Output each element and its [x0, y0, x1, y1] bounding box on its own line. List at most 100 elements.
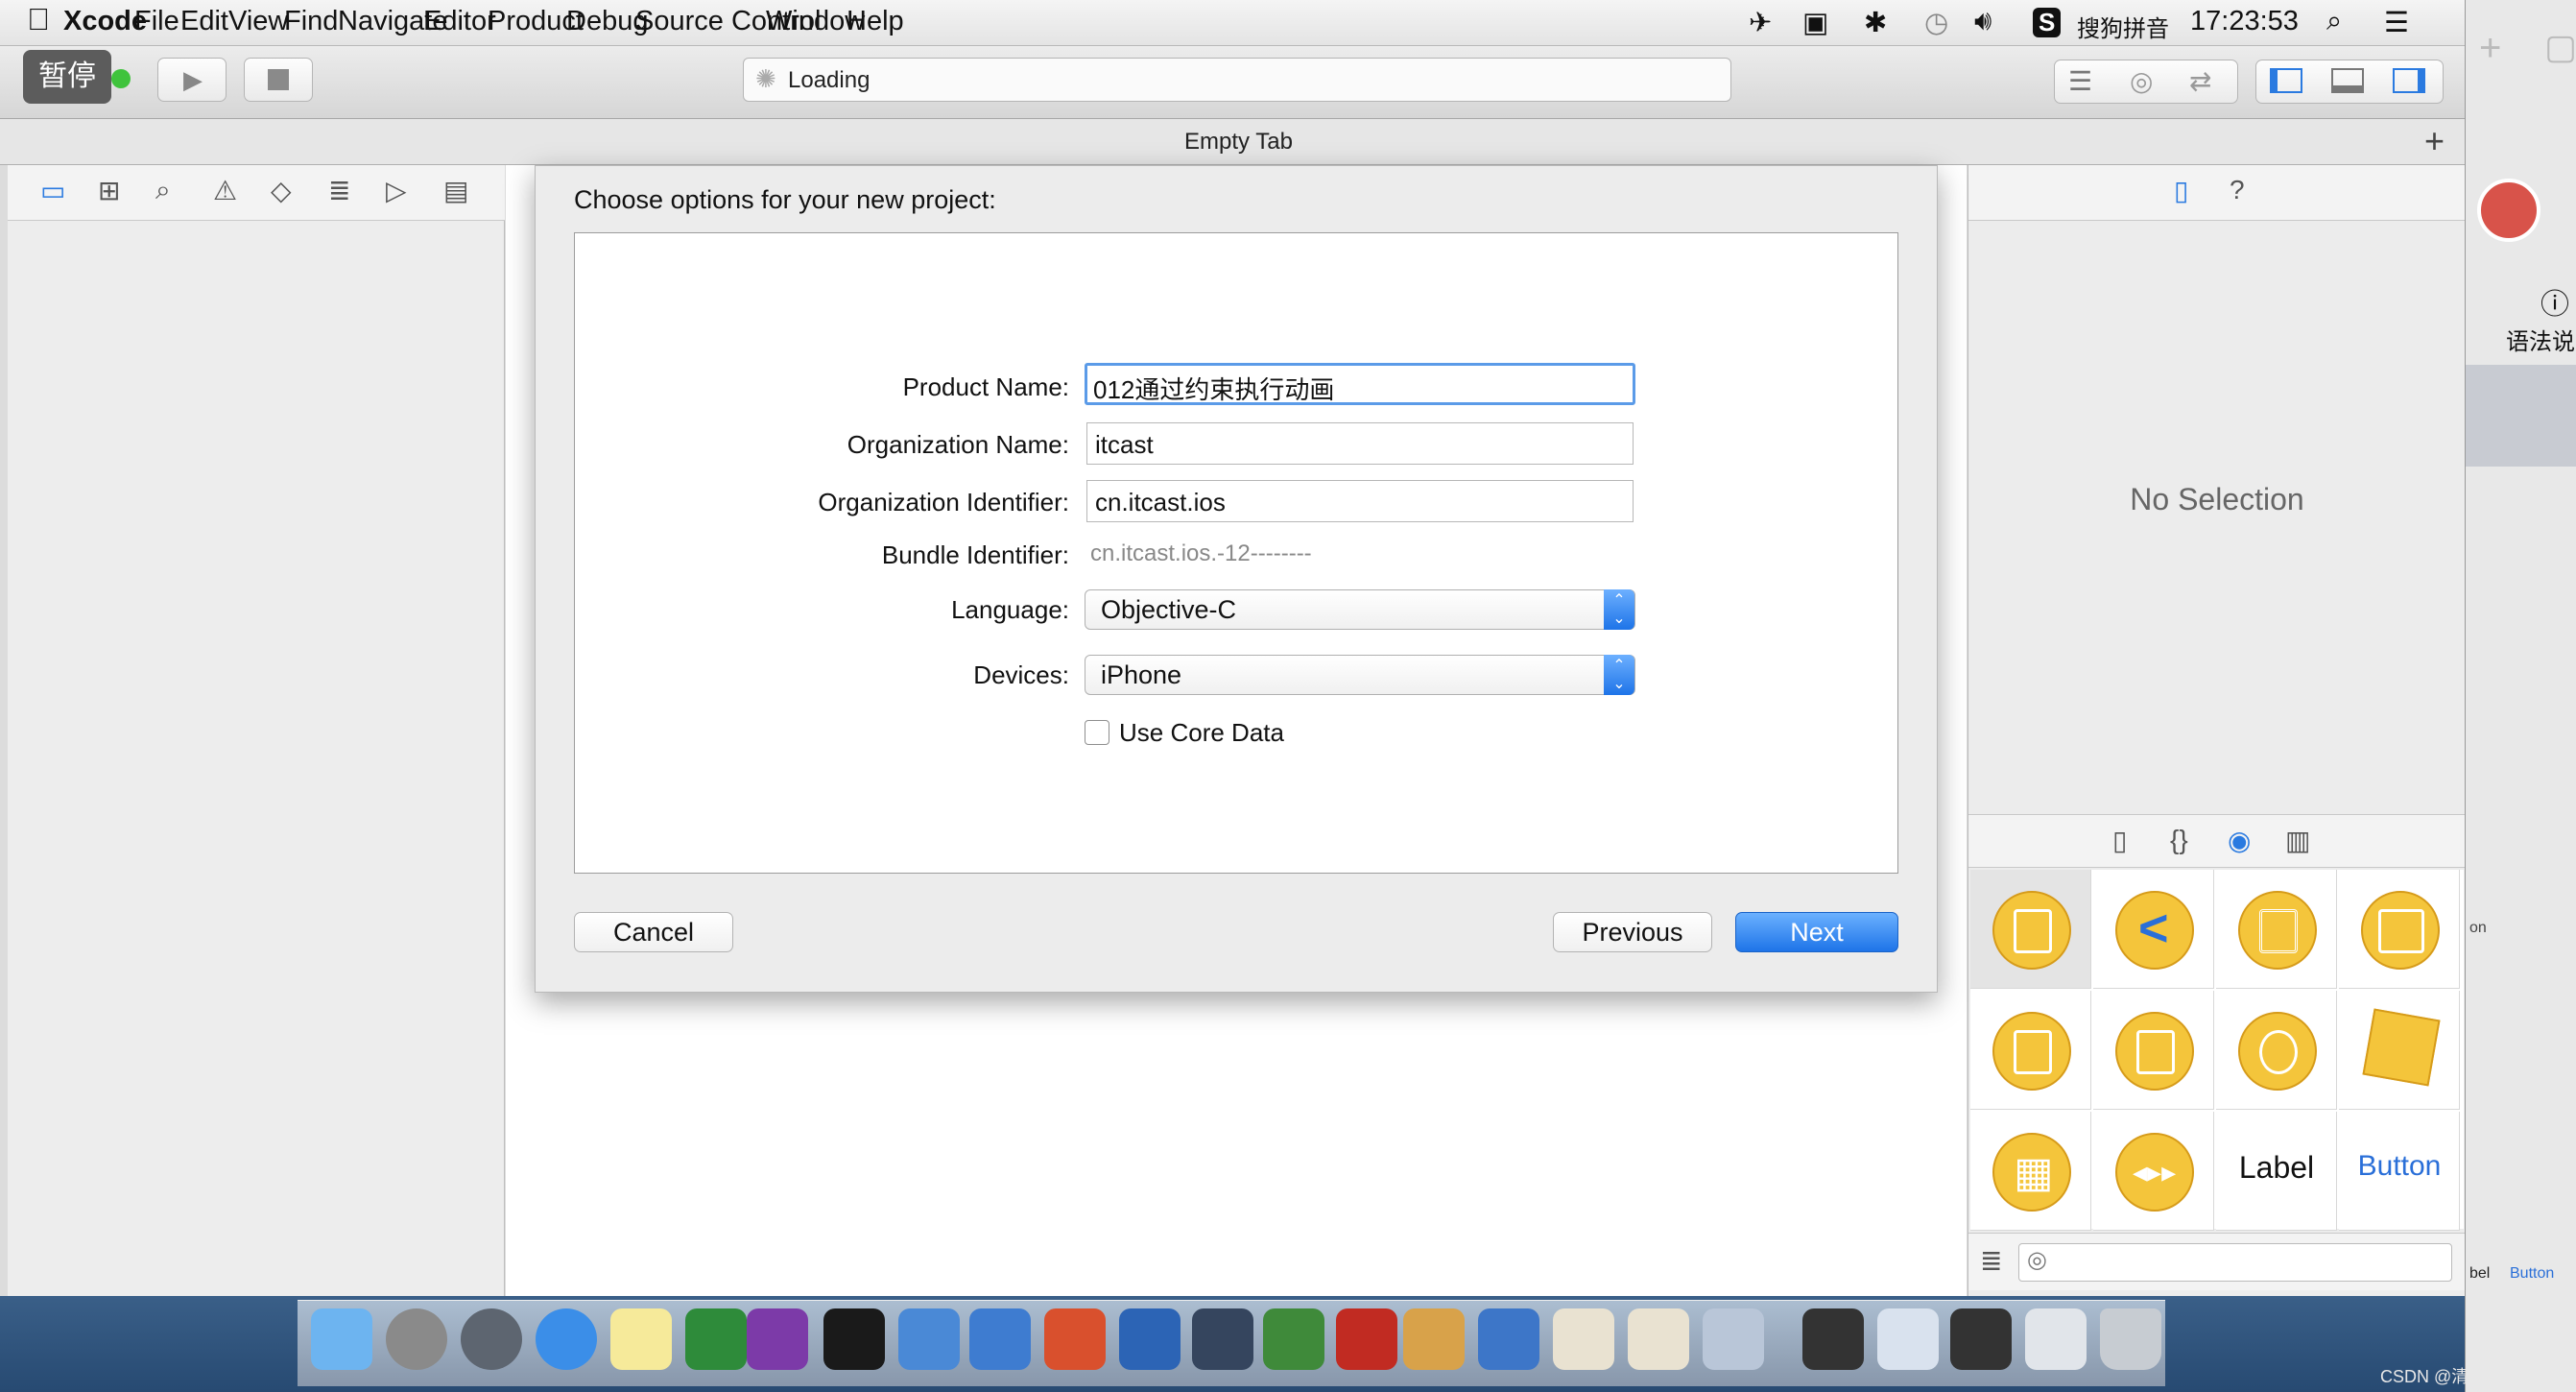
- library-item-collection-view-controller[interactable]: [2339, 870, 2460, 989]
- screen-3-icon[interactable]: [1950, 1308, 2012, 1370]
- onenote-icon[interactable]: [747, 1308, 808, 1370]
- list-view-icon[interactable]: ≣: [1980, 1245, 2002, 1277]
- code-snippet-icon[interactable]: {}: [2170, 825, 2188, 855]
- apple-icon[interactable]: : [27, 2, 50, 37]
- cancel-button[interactable]: Cancel: [574, 912, 733, 952]
- object-library-icon[interactable]: ◉: [2228, 825, 2251, 856]
- menu-edit[interactable]: Edit: [180, 6, 228, 37]
- screenshot-tool-icon[interactable]: [1119, 1308, 1181, 1370]
- library-item-glkit-view-controller[interactable]: [2216, 991, 2337, 1110]
- sequel-pro-icon[interactable]: [1263, 1308, 1324, 1370]
- stop-button[interactable]: [244, 58, 313, 102]
- tab-bar-controller-icon: [1992, 1012, 2071, 1091]
- launchpad-icon[interactable]: [461, 1308, 522, 1370]
- notes-icon[interactable]: [610, 1308, 672, 1370]
- library-item-table-view-controller[interactable]: [2216, 870, 2337, 989]
- library-item-media-player[interactable]: ◂▸▸: [2093, 1112, 2214, 1231]
- language-select[interactable]: Objective-C ⌃ ⌄: [1085, 589, 1635, 630]
- version-editor-icon[interactable]: ⇄: [2189, 65, 2211, 97]
- product-name-field[interactable]: 012通过约束执行动画: [1085, 363, 1635, 405]
- help-icon[interactable]: ⓘ: [2540, 280, 2569, 323]
- chevron-updown-icon: ⌃ ⌄: [1604, 589, 1634, 630]
- avatar[interactable]: [2477, 179, 2540, 242]
- time-machine-icon[interactable]: ◷: [1924, 6, 1948, 39]
- keynote-icon[interactable]: [1192, 1308, 1253, 1370]
- notification-center-icon[interactable]: ☰: [2384, 6, 2409, 39]
- filezilla-icon[interactable]: [1336, 1308, 1397, 1370]
- powerpoint-icon[interactable]: [1044, 1308, 1106, 1370]
- library-item-view-controller[interactable]: [1970, 870, 2091, 989]
- issue-navigator-icon[interactable]: ⚠: [213, 175, 237, 206]
- screen-4-icon[interactable]: [2025, 1308, 2087, 1370]
- menu-file[interactable]: File: [134, 6, 179, 37]
- menu-find[interactable]: Find: [284, 6, 338, 37]
- safari-icon[interactable]: [536, 1308, 597, 1370]
- add-tab-icon[interactable]: +: [2424, 121, 2445, 161]
- airplane-icon[interactable]: ✈: [1749, 6, 1772, 39]
- library-item-object[interactable]: [2339, 991, 2460, 1110]
- debug-toggle-icon[interactable]: [2331, 68, 2364, 93]
- spotlight-icon[interactable]: ⌕: [2326, 6, 2342, 37]
- word-icon[interactable]: [1478, 1308, 1539, 1370]
- file-inspector-icon[interactable]: ▯: [2174, 175, 2188, 206]
- product-name-label: Product Name:: [902, 372, 1069, 401]
- file-template-icon[interactable]: ▯: [2112, 825, 2127, 856]
- library-item-collection-view[interactable]: ▦: [1970, 1112, 2091, 1231]
- camera-icon[interactable]: ▣: [1802, 6, 1828, 39]
- use-core-data-checkbox[interactable]: [1085, 720, 1109, 745]
- table-view-controller-icon: [2238, 891, 2317, 970]
- bluetooth-icon[interactable]: ✱: [1864, 6, 1887, 39]
- navigator-toggle-icon[interactable]: [2270, 68, 2302, 93]
- test-navigator-icon[interactable]: ◇: [271, 175, 292, 206]
- run-button[interactable]: ▶: [157, 58, 227, 102]
- project-navigator-icon[interactable]: ▭: [40, 175, 65, 206]
- symbol-navigator-icon[interactable]: ⊞: [98, 175, 120, 206]
- app-store-doc-2-icon[interactable]: [1628, 1308, 1689, 1370]
- report-navigator-icon[interactable]: ▤: [443, 175, 468, 206]
- pause-overlay-button[interactable]: 暂停: [23, 50, 111, 104]
- screen-1-icon[interactable]: [1802, 1308, 1864, 1370]
- system-preferences-icon[interactable]: [386, 1308, 447, 1370]
- trash-icon[interactable]: [2100, 1308, 2161, 1370]
- quick-help-icon[interactable]: ?: [2230, 175, 2245, 205]
- devices-select[interactable]: iPhone ⌃ ⌄: [1085, 655, 1635, 695]
- right-panel-band: [2466, 365, 2576, 467]
- app-store-doc-icon[interactable]: [1553, 1308, 1614, 1370]
- folder-icon[interactable]: [969, 1308, 1031, 1370]
- library-item-navigation-controller[interactable]: <: [2093, 870, 2214, 989]
- library-item-label[interactable]: Label: [2216, 1112, 2337, 1231]
- previous-button[interactable]: Previous: [1553, 912, 1712, 952]
- preview-icon[interactable]: [1703, 1308, 1764, 1370]
- screen-2-icon[interactable]: [1877, 1308, 1939, 1370]
- organization-name-field[interactable]: itcast: [1086, 422, 1634, 465]
- find-navigator-icon[interactable]: ⌕: [155, 175, 171, 206]
- library-item-button[interactable]: Button: [2339, 1112, 2460, 1231]
- organization-identifier-field[interactable]: cn.itcast.ios: [1086, 480, 1634, 522]
- clock[interactable]: 17:23:53: [2190, 6, 2299, 37]
- menu-view[interactable]: View: [228, 6, 288, 37]
- tab-empty[interactable]: Empty Tab: [1184, 129, 1293, 156]
- breakpoint-navigator-icon[interactable]: ▷: [386, 175, 407, 206]
- library-item-tab-bar-controller[interactable]: [1970, 991, 2091, 1110]
- add-icon[interactable]: +: [2479, 27, 2501, 70]
- next-button[interactable]: Next: [1735, 912, 1898, 952]
- media-library-icon[interactable]: ▥: [2285, 825, 2310, 856]
- debug-navigator-icon[interactable]: ≣: [328, 175, 350, 206]
- window-zoom-dot[interactable]: [111, 69, 131, 88]
- input-method-label[interactable]: 搜狗拼音: [2077, 10, 2169, 43]
- xcode-icon[interactable]: [898, 1308, 960, 1370]
- window-icon[interactable]: ▢: [2544, 27, 2576, 67]
- menu-editor[interactable]: Editor: [423, 6, 496, 37]
- standard-editor-icon[interactable]: ☰: [2068, 65, 2092, 97]
- finder-icon[interactable]: [311, 1308, 372, 1370]
- excel-icon[interactable]: [685, 1308, 747, 1370]
- tools-icon[interactable]: [1403, 1308, 1465, 1370]
- menu-help[interactable]: Help: [847, 6, 904, 37]
- utilities-toggle-icon[interactable]: [2393, 68, 2425, 93]
- library-item-page-view-controller[interactable]: [2093, 991, 2214, 1110]
- assistant-editor-icon[interactable]: ◎: [2130, 65, 2153, 97]
- volume-icon[interactable]: 🔊︎: [1974, 6, 1992, 37]
- sogou-icon[interactable]: S: [2033, 8, 2062, 37]
- library-filter-input[interactable]: ◎: [2018, 1243, 2452, 1282]
- terminal-icon[interactable]: [823, 1308, 885, 1370]
